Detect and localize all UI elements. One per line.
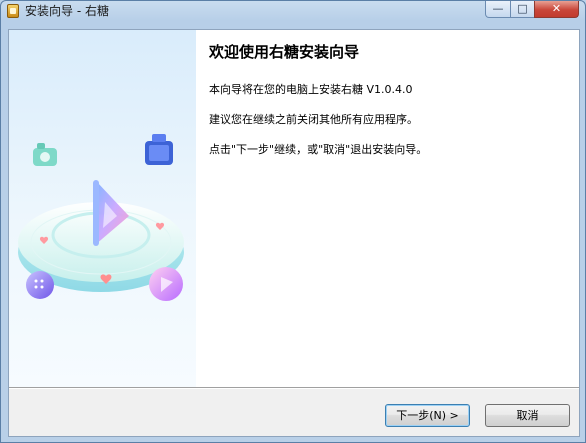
close-button[interactable]: ✕ (534, 1, 579, 18)
pink-sphere-icon (149, 267, 183, 301)
close-apps-advice-text: 建议您在继续之前关闭其他所有应用程序。 (209, 113, 418, 126)
wizard-client-area: 欢迎使用右糖安装向导 本向导将在您的电脑上安装右糖 V1.0.4.0 建议您在继… (8, 29, 580, 437)
window-title: 安装向导 - 右糖 (25, 4, 109, 18)
instructions-text: 点击"下一步"继续，或"取消"退出安装向导。 (209, 143, 428, 156)
maximize-button[interactable]: □ (510, 1, 535, 18)
minimize-icon: — (492, 2, 504, 15)
wizard-banner-image (9, 30, 196, 387)
close-icon: ✕ (551, 2, 562, 15)
welcome-heading: 欢迎使用右糖安装向导 (209, 43, 360, 61)
next-button[interactable]: 下一步(N) > (385, 404, 470, 427)
dial-ball-icon (26, 271, 54, 299)
cancel-button[interactable]: 取消 (485, 404, 570, 427)
install-target-text: 本向导将在您的电脑上安装右糖 V1.0.4.0 (209, 83, 413, 96)
maximize-icon: □ (517, 2, 528, 15)
installer-icon (7, 4, 19, 18)
wizard-content-panel: 欢迎使用右糖安装向导 本向导将在您的电脑上安装右糖 V1.0.4.0 建议您在继… (196, 30, 579, 387)
title-bar[interactable]: 安装向导 - 右糖 — □ ✕ (1, 1, 585, 21)
minimize-button[interactable]: — (485, 1, 511, 18)
button-area-divider (9, 387, 579, 389)
installer-window: 安装向导 - 右糖 — □ ✕ 欢迎使用右糖安装向导 本向导将在您的电脑上安装右… (0, 0, 586, 443)
